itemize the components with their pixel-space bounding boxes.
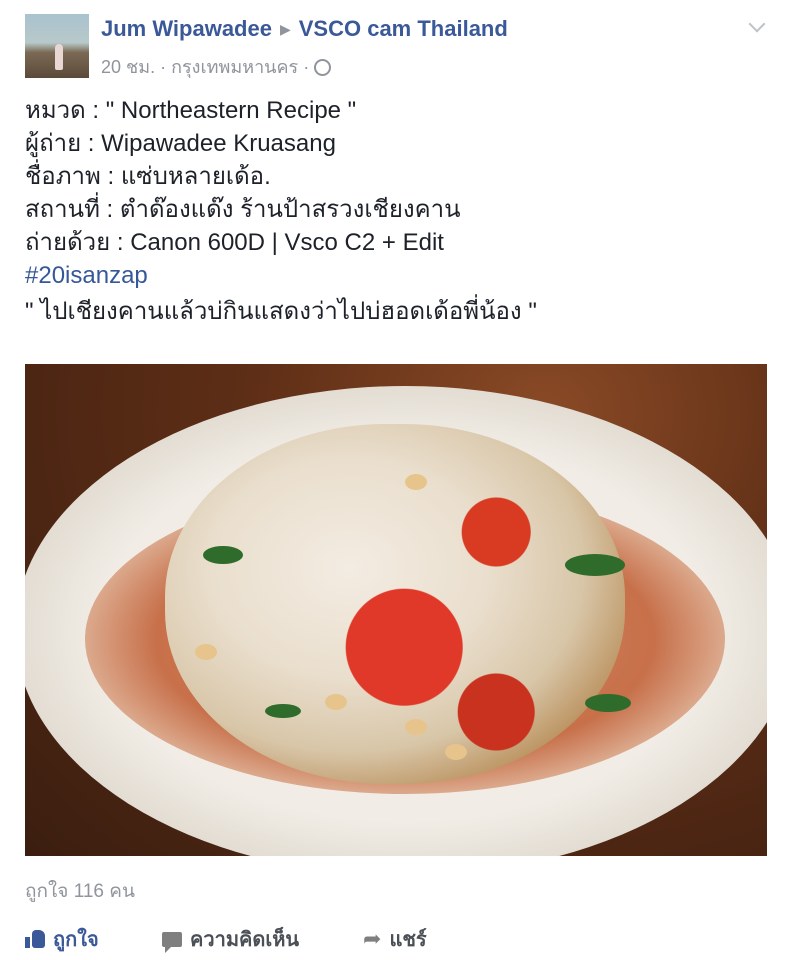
meta-separator: · (303, 57, 310, 77)
peanut (445, 744, 467, 760)
body-line: สถานที่ : ตำด๊องแด๊ง ร้านป้าสรวงเชียงคาน (25, 196, 461, 223)
post-body: หมวด : " Northeastern Recipe " ผู้ถ่าย :… (25, 94, 765, 328)
papaya-salad (165, 424, 625, 784)
body-line: ถ่ายด้วย : Canon 600D | Vsco C2 + Edit (25, 229, 444, 256)
post-photo[interactable] (25, 364, 767, 856)
hashtag-link[interactable]: #20isanzap (25, 259, 765, 292)
post-header: Jum Wipawadee ▶ VSCO cam Thailand 20 ชม. · ก… (25, 14, 785, 78)
herb-leaf (585, 694, 631, 712)
like-count[interactable]: ถูกใจ 116 คน (25, 876, 135, 906)
comment-icon (162, 931, 182, 953)
author-avatar[interactable] (25, 14, 89, 78)
action-bar: ถูกใจ ความคิดเห็น ➦ แชร์ (25, 922, 785, 956)
share-icon: ➦ (363, 926, 382, 951)
feed-post: Jum Wipawadee ▶ VSCO cam Thailand 20 ชม. · ก… (0, 0, 785, 960)
like-label: ถูกใจ (53, 929, 99, 951)
body-line: ชื่อภาพ : แซ่บหลายเด้อ. (25, 163, 271, 190)
post-meta: 20 ชม. · กรุงเทพมหานคร · (101, 52, 332, 81)
share-label: แชร์ (389, 929, 427, 951)
meta-separator: · (160, 57, 167, 77)
post-quote: " ไปเชียงคานแล้วบ่กินแสดงว่าไปบ่ฮอดเด้อพ… (25, 298, 537, 325)
herb-leaf (203, 546, 243, 564)
like-button[interactable]: ถูกใจ (25, 922, 99, 956)
avatar-figure (55, 44, 63, 70)
thumbs-up-icon (25, 930, 45, 948)
globe-icon[interactable] (314, 58, 332, 76)
peanut (405, 719, 427, 735)
author-name[interactable]: Jum Wipawadee (101, 16, 272, 41)
herb-leaf (565, 554, 625, 576)
triangle-right-icon: ▶ (279, 21, 291, 37)
peanut (405, 474, 427, 490)
post-location[interactable]: กรุงเทพมหานคร (171, 57, 298, 77)
peanut (325, 694, 347, 710)
body-line: ผู้ถ่าย : Wipawadee Kruasang (25, 130, 336, 157)
peanut (195, 644, 217, 660)
comment-button[interactable]: ความคิดเห็น (162, 922, 299, 956)
share-button[interactable]: ➦ แชร์ (363, 922, 427, 956)
comment-label: ความคิดเห็น (190, 929, 300, 951)
group-name[interactable]: VSCO cam Thailand (299, 16, 508, 41)
post-title: Jum Wipawadee ▶ VSCO cam Thailand (101, 16, 508, 42)
herb-leaf (265, 704, 301, 718)
body-line: หมวด : " Northeastern Recipe " (25, 97, 357, 124)
post-time[interactable]: 20 ชม. (101, 57, 155, 77)
